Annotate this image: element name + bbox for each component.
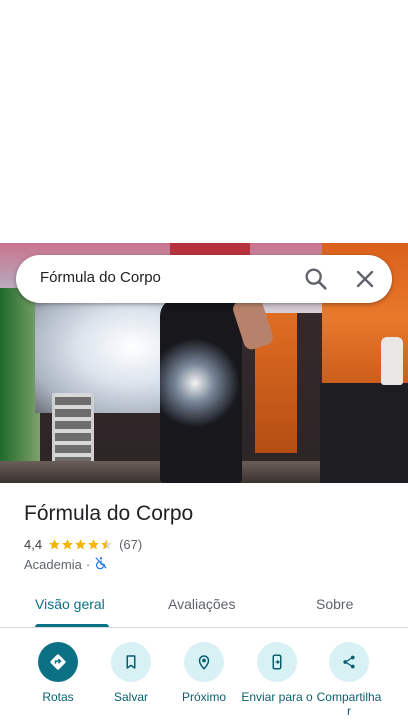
star-icon [75, 538, 86, 549]
tab-about[interactable]: Sobre [316, 596, 353, 612]
star-icon [62, 538, 73, 549]
blank-top-area [0, 0, 408, 243]
photo-shirt [170, 243, 250, 255]
directions-icon[interactable] [38, 642, 78, 682]
category-row: Academia · [24, 556, 108, 572]
photo-wall [0, 288, 40, 478]
nearby-button[interactable]: Próximo [168, 642, 240, 704]
star-icon [49, 538, 60, 549]
tab-reviews[interactable]: Avaliações [168, 596, 235, 612]
share-button[interactable]: Compartilha r [313, 642, 385, 718]
close-icon[interactable] [351, 265, 379, 293]
search-query[interactable]: Fórmula do Corpo [40, 269, 161, 286]
photo-bottle [381, 337, 403, 385]
tab-indicator [35, 624, 109, 627]
send-to-phone-label: Enviar para o [241, 690, 313, 704]
tab-bar: Visão geral Avaliações Sobre [0, 586, 408, 628]
half-star-icon [101, 538, 112, 549]
directions-label: Rotas [42, 690, 74, 704]
save-button[interactable]: Salvar [95, 642, 167, 704]
search-bar[interactable]: Fórmula do Corpo [16, 255, 392, 303]
send-to-phone-button[interactable]: Enviar para o [241, 642, 313, 704]
review-count[interactable]: (67) [119, 537, 142, 552]
tab-overview[interactable]: Visão geral [35, 596, 105, 612]
search-icon[interactable] [302, 265, 330, 293]
photo-rack [52, 393, 94, 463]
star-icon [88, 538, 99, 549]
place-title: Fórmula do Corpo [24, 502, 194, 525]
rating-row[interactable]: 4,4 (67) [24, 536, 142, 552]
place-category: Academia [24, 556, 82, 572]
directions-button[interactable]: Rotas [22, 642, 94, 704]
save-label: Salvar [113, 690, 148, 704]
photo-glare [150, 338, 240, 428]
bookmark-icon[interactable] [111, 642, 151, 682]
rating-score: 4,4 [24, 536, 43, 552]
rating-stars [48, 538, 113, 551]
share-icon[interactable] [329, 642, 369, 682]
photo-cabinet [320, 383, 408, 483]
separator-dot: · [85, 556, 91, 572]
send-to-phone-icon[interactable] [257, 642, 297, 682]
no-wheelchair-icon [94, 556, 108, 573]
nearby-label: Próximo [181, 690, 226, 704]
nearby-icon[interactable] [184, 642, 224, 682]
share-label: Compartilha r [316, 690, 382, 718]
